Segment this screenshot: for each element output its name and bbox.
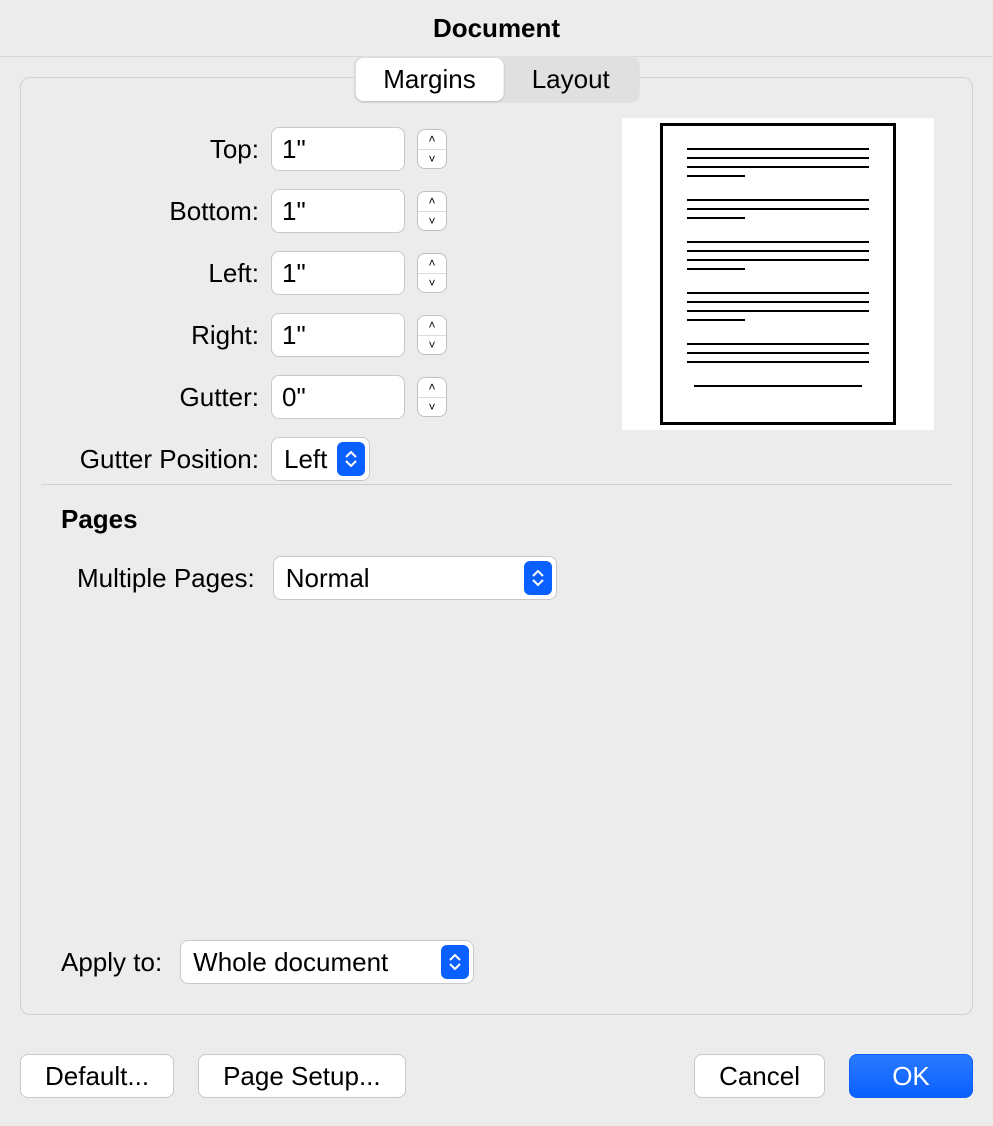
select-caret-icon <box>524 561 552 595</box>
chevron-up-icon[interactable]: ˄ <box>418 316 446 336</box>
multiple-pages-label: Multiple Pages: <box>77 563 255 594</box>
divider <box>41 484 952 485</box>
gutter-position-select[interactable]: Left <box>271 437 370 481</box>
bottom-label: Bottom: <box>41 196 271 227</box>
dialog-content: Margins Layout Top: ˄ ˅ Bottom: ˄ ˅ Left… <box>20 77 973 1015</box>
margins-section: Top: ˄ ˅ Bottom: ˄ ˅ Left: ˄ ˅ Right: <box>41 118 461 490</box>
ok-button[interactable]: OK <box>849 1054 973 1098</box>
chevron-down-icon[interactable]: ˅ <box>418 274 446 293</box>
chevron-up-icon[interactable]: ˄ <box>418 192 446 212</box>
left-label: Left: <box>41 258 271 289</box>
gutter-label: Gutter: <box>41 382 271 413</box>
pages-heading: Pages <box>61 504 138 535</box>
multiple-pages-select[interactable]: Normal <box>273 556 557 600</box>
margin-preview <box>622 118 934 430</box>
gutter-position-label: Gutter Position: <box>41 444 271 475</box>
chevron-up-icon[interactable]: ˄ <box>418 130 446 150</box>
top-input[interactable] <box>271 127 405 171</box>
select-caret-icon <box>441 945 469 979</box>
apply-to-label: Apply to: <box>61 947 162 978</box>
chevron-up-icon[interactable]: ˄ <box>418 254 446 274</box>
tab-margins[interactable]: Margins <box>355 58 503 101</box>
tab-layout[interactable]: Layout <box>504 58 638 101</box>
top-label: Top: <box>41 134 271 165</box>
left-stepper[interactable]: ˄ ˅ <box>417 253 447 293</box>
chevron-up-icon[interactable]: ˄ <box>418 378 446 398</box>
right-input[interactable] <box>271 313 405 357</box>
bottom-stepper[interactable]: ˄ ˅ <box>417 191 447 231</box>
gutter-stepper[interactable]: ˄ ˅ <box>417 377 447 417</box>
cancel-button[interactable]: Cancel <box>694 1054 825 1098</box>
tab-bar: Margins Layout <box>353 56 640 103</box>
top-stepper[interactable]: ˄ ˅ <box>417 129 447 169</box>
right-stepper[interactable]: ˄ ˅ <box>417 315 447 355</box>
chevron-down-icon[interactable]: ˅ <box>418 398 446 417</box>
right-label: Right: <box>41 320 271 351</box>
chevron-down-icon[interactable]: ˅ <box>418 336 446 355</box>
apply-to-value: Whole document <box>193 947 431 978</box>
bottom-input[interactable] <box>271 189 405 233</box>
select-caret-icon <box>337 442 365 476</box>
chevron-down-icon[interactable]: ˅ <box>418 212 446 231</box>
chevron-down-icon[interactable]: ˅ <box>418 150 446 169</box>
left-input[interactable] <box>271 251 405 295</box>
default-button[interactable]: Default... <box>20 1054 174 1098</box>
gutter-position-value: Left <box>284 444 327 475</box>
page-preview-icon <box>660 123 896 425</box>
multiple-pages-value: Normal <box>286 563 514 594</box>
window-title: Document <box>0 0 993 57</box>
apply-to-select[interactable]: Whole document <box>180 940 474 984</box>
gutter-input[interactable] <box>271 375 405 419</box>
page-setup-button[interactable]: Page Setup... <box>198 1054 406 1098</box>
dialog-footer: Default... Page Setup... Cancel OK <box>0 1026 993 1126</box>
